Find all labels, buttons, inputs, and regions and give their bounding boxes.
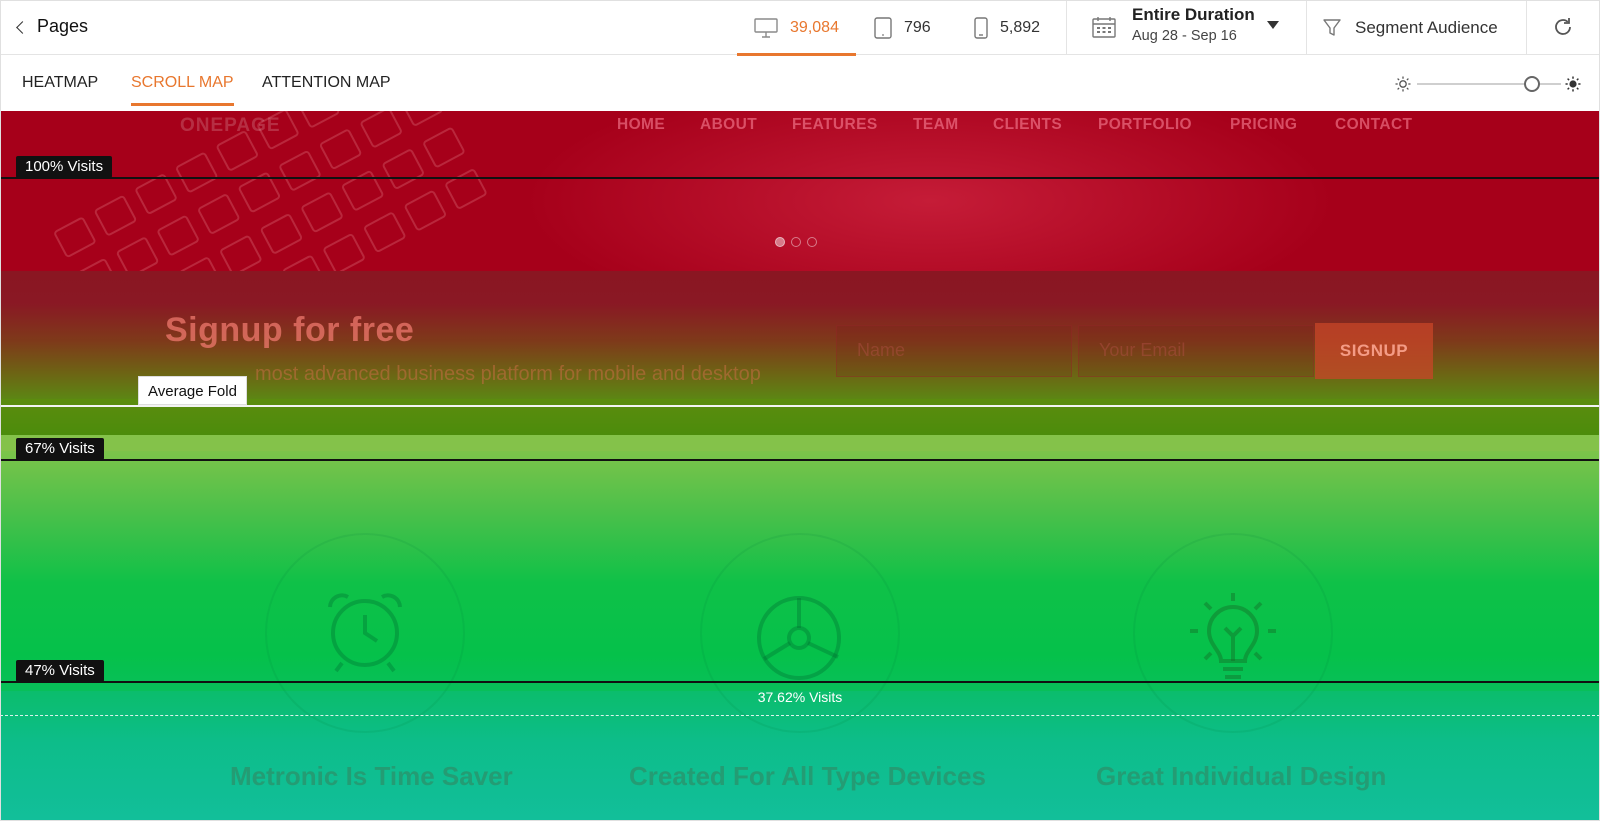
lightbulb-icon [1190,593,1276,679]
date-range-dropdown[interactable]: Entire Duration Aug 28 - Sep 16 [1092,0,1306,55]
back-to-pages-button[interactable]: Pages [16,16,89,37]
carousel-dot[interactable] [775,237,785,247]
average-fold-label: Average Fold [138,376,247,405]
site-nav-features[interactable]: FEATURES [792,116,878,134]
tab-attention-map[interactable]: ATTENTION MAP [262,74,391,106]
filter-icon [1323,18,1341,36]
signup-subtitle: most advanced business platform for mobi… [255,363,761,385]
carousel-dot[interactable] [791,237,801,247]
brightness-slider[interactable] [1395,73,1581,95]
signup-button[interactable]: SIGNUP [1315,323,1433,379]
divider [1306,0,1307,55]
date-range-value: Aug 28 - Sep 16 [1132,28,1237,44]
feature-title: Metronic Is Time Saver [230,761,513,791]
visits-label-100: 100% Visits [16,156,113,178]
device-filter-desktop[interactable]: 39,084 [737,0,856,56]
chevron-left-icon [16,20,29,34]
carousel-dot[interactable] [807,237,817,247]
top-bar: Pages 39,084 796 5,892 Entire Duration A… [0,0,1600,56]
caret-down-icon [1267,21,1279,29]
tab-scroll-map[interactable]: SCROLL MAP [131,74,234,106]
scroll-map-canvas: ONEPAGE HOME ABOUT FEATURES TEAM CLIENTS… [0,111,1600,821]
alarm-clock-icon [328,593,402,673]
slider-knob[interactable] [1524,76,1541,92]
signup-email-field[interactable]: Your Email [1078,325,1314,377]
visits-label-47: 47% Visits [16,660,104,682]
segment-audience-button[interactable]: Segment Audience [1323,0,1498,55]
site-nav-clients[interactable]: CLIENTS [993,116,1062,134]
visits-line-67 [0,459,1600,461]
visits-line-100 [0,177,1600,179]
mobile-icon [974,16,988,39]
back-label: Pages [37,16,89,36]
device-filter-mobile[interactable]: 5,892 [974,0,1040,55]
divider [1526,0,1527,55]
brightness-low-icon [1395,76,1411,92]
site-nav-team[interactable]: TEAM [913,116,959,134]
feature-title: Created For All Type Devices [629,761,986,791]
average-fold-line [0,405,1600,407]
carousel-dots [775,237,817,247]
tab-heatmap[interactable]: HEATMAP [22,74,98,106]
segment-audience-label: Segment Audience [1355,17,1498,37]
date-range-title: Entire Duration [1132,5,1255,24]
mobile-count: 5,892 [1000,18,1041,36]
feature-title: Great Individual Design [1096,761,1387,791]
desktop-icon [754,17,778,38]
cursor-visits-label: 37.62% Visits [757,689,843,705]
signup-name-field[interactable]: Name [836,325,1072,377]
signup-title: Signup for free [165,311,415,349]
divider [1066,0,1067,55]
visits-label-67: 67% Visits [16,438,104,460]
hero-glow [520,111,1340,271]
site-nav-contact[interactable]: CONTACT [1335,116,1412,134]
tablet-count: 796 [904,18,931,36]
site-nav-portfolio[interactable]: PORTFOLIO [1098,116,1192,134]
visits-line-47 [0,681,1600,683]
desktop-count: 39,084 [790,18,839,36]
tablet-icon [874,16,892,39]
cursor-visits-line [0,715,1600,716]
heat-band-mid [0,435,1600,451]
pie-chart-icon [757,596,841,680]
site-logo: ONEPAGE [180,115,281,136]
map-type-tabs: HEATMAP SCROLL MAP ATTENTION MAP [0,56,1600,111]
calendar-icon [1092,17,1116,38]
site-nav-pricing[interactable]: PRICING [1230,116,1297,134]
device-filter-tablet[interactable]: 796 [874,0,931,55]
brightness-high-icon [1565,76,1581,92]
refresh-icon[interactable] [1552,16,1574,38]
site-nav-about[interactable]: ABOUT [700,116,757,134]
site-nav-home[interactable]: HOME [617,116,665,134]
